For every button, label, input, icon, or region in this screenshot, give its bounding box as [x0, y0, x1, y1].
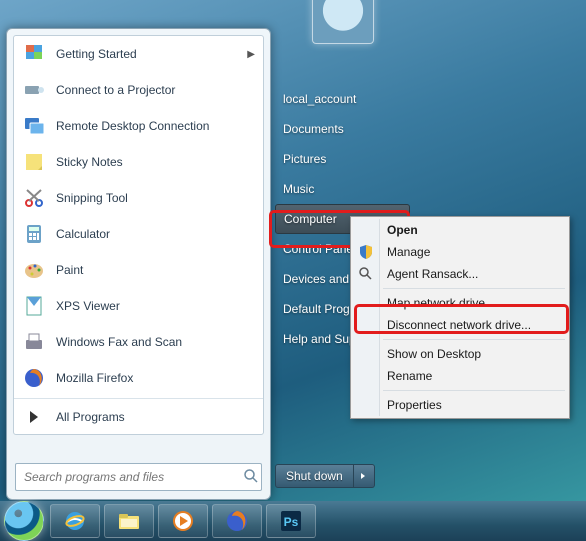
right-item-documents[interactable]: Documents [275, 114, 410, 144]
search-icon [241, 468, 261, 487]
svg-text:Ps: Ps [284, 515, 299, 529]
shutdown-options-button[interactable] [354, 464, 375, 488]
flag-icon [22, 42, 46, 66]
taskbar-firefox[interactable] [212, 504, 262, 538]
context-open[interactable]: Open [353, 219, 567, 241]
program-xps-viewer[interactable]: XPS Viewer [14, 288, 263, 324]
context-separator [383, 288, 565, 289]
taskbar-photoshop[interactable]: Ps [266, 504, 316, 538]
context-item-label: Properties [387, 398, 442, 412]
all-programs-label: All Programs [56, 410, 255, 424]
context-item-label: Agent Ransack... [387, 267, 478, 281]
desktop: Getting Started ▶ Connect to a Projector Re… [0, 0, 586, 541]
taskbar: Ps [0, 501, 586, 541]
start-orb[interactable] [4, 501, 44, 541]
fax-icon [22, 330, 46, 354]
submenu-arrow-icon: ▶ [247, 49, 255, 60]
search-box[interactable] [15, 463, 262, 491]
context-item-label: Rename [387, 369, 432, 383]
program-label: Windows Fax and Scan [56, 335, 255, 349]
firefox-icon [224, 508, 250, 534]
context-show-on-desktop[interactable]: Show on Desktop [353, 343, 567, 365]
program-getting-started[interactable]: Getting Started ▶ [14, 36, 263, 72]
program-label: Remote Desktop Connection [56, 119, 255, 133]
search-input[interactable] [16, 470, 241, 484]
file-explorer-icon [116, 508, 142, 534]
calc-icon [22, 222, 46, 246]
program-label: Sticky Notes [56, 155, 255, 169]
program-label: XPS Viewer [56, 299, 255, 313]
program-label: Connect to a Projector [56, 83, 255, 97]
right-item-pictures[interactable]: Pictures [275, 144, 410, 174]
program-connect-projector[interactable]: Connect to a Projector [14, 72, 263, 108]
program-snipping-tool[interactable]: Snipping Tool [14, 180, 263, 216]
context-agent-ransack[interactable]: Agent Ransack... [353, 263, 567, 285]
all-programs-arrow-icon [22, 405, 46, 429]
program-label: Getting Started [56, 47, 237, 61]
program-list: Getting Started ▶ Connect to a Projector Re… [13, 35, 264, 435]
context-rename[interactable]: Rename [353, 365, 567, 387]
program-label: Mozilla Firefox [56, 371, 255, 385]
right-item-music[interactable]: Music [275, 174, 410, 204]
taskbar-wmp[interactable] [158, 504, 208, 538]
paint-icon [22, 258, 46, 282]
context-item-label: Manage [387, 245, 430, 259]
taskbar-explorer[interactable] [104, 504, 154, 538]
program-label: Snipping Tool [56, 191, 255, 205]
context-separator [383, 390, 565, 391]
context-item-label: Disconnect network drive... [387, 318, 531, 332]
context-item-label: Show on Desktop [387, 347, 481, 361]
program-sticky-notes[interactable]: Sticky Notes [14, 144, 263, 180]
program-windows-fax-scan[interactable]: Windows Fax and Scan [14, 324, 263, 360]
user-avatar[interactable] [312, 0, 374, 44]
user-name-item[interactable]: local_account [275, 84, 410, 114]
context-disconnect-network-drive[interactable]: Disconnect network drive... [353, 314, 567, 336]
media-player-icon [170, 508, 196, 534]
program-label: Paint [56, 263, 255, 277]
context-item-label: Map network drive... [387, 296, 495, 310]
projector-icon [22, 78, 46, 102]
program-remote-desktop[interactable]: Remote Desktop Connection [14, 108, 263, 144]
sticky-icon [22, 150, 46, 174]
program-mozilla-firefox[interactable]: Mozilla Firefox [14, 360, 263, 396]
shutdown-button[interactable]: Shut down [275, 464, 354, 488]
context-map-network-drive[interactable]: Map network drive... [353, 292, 567, 314]
search-icon [358, 266, 374, 282]
context-separator [383, 339, 565, 340]
xps-icon [22, 294, 46, 318]
photoshop-icon: Ps [278, 508, 304, 534]
rdp-icon [22, 114, 46, 138]
context-manage[interactable]: Manage [353, 241, 567, 263]
shield-icon [358, 244, 374, 260]
program-calculator[interactable]: Calculator [14, 216, 263, 252]
firefox-icon [22, 366, 46, 390]
start-menu: Getting Started ▶ Connect to a Projector Re… [6, 28, 271, 500]
program-label: Calculator [56, 227, 255, 241]
shutdown-group: Shut down [275, 464, 375, 488]
taskbar-ie[interactable] [50, 504, 100, 538]
program-paint[interactable]: Paint [14, 252, 263, 288]
context-properties[interactable]: Properties [353, 394, 567, 416]
context-menu: Open Manage Agent Ransack... Map network dr… [350, 216, 570, 419]
snip-icon [22, 186, 46, 210]
context-item-label: Open [387, 223, 418, 237]
internet-explorer-icon [62, 508, 88, 534]
all-programs[interactable]: All Programs [14, 398, 263, 435]
